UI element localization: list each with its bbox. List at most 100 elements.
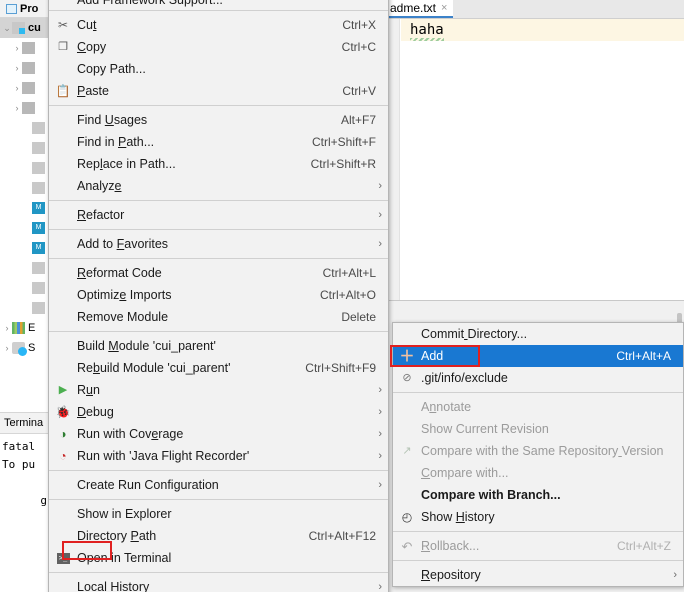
menu-item-copy-path[interactable]: Copy Path... [49, 58, 388, 80]
tree-node-node-6[interactable] [0, 138, 48, 158]
close-icon[interactable]: × [441, 2, 447, 14]
git-item-compare-with-branch[interactable]: Compare with Branch... [393, 484, 683, 506]
menu-item-add-framework-support[interactable]: Add Framework Support... [49, 0, 388, 7]
project-tree[interactable]: ⌄ cu › › › › M M M › E › S [0, 18, 48, 412]
menu-item-run-with-coverage[interactable]: ◑ Run with Coverage › [49, 423, 388, 445]
menu-item-find-in-path[interactable]: Find in Path... Ctrl+Shift+F [49, 131, 388, 153]
tree-node-e[interactable]: › E [0, 318, 48, 338]
terminal-tab[interactable]: Termina [0, 413, 48, 434]
terminal-icon-slot: >_ [53, 550, 73, 566]
menu-item-analyze[interactable]: Analyze › [49, 175, 388, 197]
menu-item-shortcut: Ctrl+Shift+R [310, 157, 376, 171]
menu-item-label: Cut [77, 18, 97, 32]
file-icon [32, 282, 45, 294]
tree-node-node-14[interactable] [0, 298, 48, 318]
git-item-repository[interactable]: Repository › [393, 564, 683, 586]
exclude-icon-slot: ⊘ [397, 370, 417, 386]
menu-item-label: Rebuild Module 'cui_parent' [77, 361, 231, 375]
git-item-commit-directory[interactable]: Commit Directory... [393, 323, 683, 345]
menu-item-show-in-explorer[interactable]: Show in Explorer [49, 503, 388, 525]
tree-node-node-2[interactable]: › [0, 58, 48, 78]
menu-item-replace-in-path[interactable]: Replace in Path... Ctrl+Shift+R [49, 153, 388, 175]
tree-node-node-7[interactable] [0, 158, 48, 178]
terminal-icon: >_ [56, 552, 70, 564]
history-icon-slot: ◴ [397, 509, 417, 525]
chevron-right-icon[interactable]: › [2, 343, 12, 353]
menu-icon-slot [397, 487, 417, 503]
menu-item-label: Open in Terminal [77, 551, 172, 565]
git-item-show-history[interactable]: ◴ Show History [393, 506, 683, 528]
menu-item-build-module-cui-parent[interactable]: Build Module 'cui_parent' [49, 335, 388, 357]
menu-item-find-usages[interactable]: Find Usages Alt+F7 [49, 109, 388, 131]
menu-item-create-run-configuration[interactable]: Create Run Configuration › [49, 474, 388, 496]
menu-item-directory-path[interactable]: Directory Path Ctrl+Alt+F12 [49, 525, 388, 547]
menu-icon-slot [53, 112, 73, 128]
menu-item-optimize-imports[interactable]: Optimize Imports Ctrl+Alt+O [49, 284, 388, 306]
project-toolwindow-header[interactable]: Pro [0, 0, 48, 18]
menu-item-debug[interactable]: 🐞 Debug › [49, 401, 388, 423]
menu-item-refactor[interactable]: Refactor › [49, 204, 388, 226]
terminal-output[interactable]: fatal To pu g [0, 434, 48, 510]
editor-area: adme.txt × haha [388, 0, 684, 300]
chevron-right-icon[interactable]: › [12, 43, 22, 53]
tree-node-node-5[interactable] [0, 118, 48, 138]
git-item-add[interactable]: ＋ Add Ctrl+Alt+A [393, 345, 683, 367]
file-icon [32, 162, 45, 174]
git-submenu[interactable]: Commit Directory... ＋ Add Ctrl+Alt+A ⊘ .git/i… [392, 322, 684, 587]
git-item-annotate: Annotate [393, 396, 683, 418]
chevron-right-icon[interactable]: › [12, 103, 22, 113]
menu-item-paste[interactable]: 📋 Paste Ctrl+V [49, 80, 388, 102]
tree-node-node-8[interactable] [0, 178, 48, 198]
project-context-menu[interactable]: Add Framework Support... ✂ Cut Ctrl+X ❐ Copy C… [48, 0, 389, 592]
menu-item-run[interactable]: ▶ Run › [49, 379, 388, 401]
git-item-git-info-exclude[interactable]: ⊘ .git/info/exclude [393, 367, 683, 389]
menu-item-copy[interactable]: ❐ Copy Ctrl+C [49, 36, 388, 58]
menu-item-cut[interactable]: ✂ Cut Ctrl+X [49, 14, 388, 36]
editor-tab-label: adme.txt [390, 0, 437, 15]
menu-icon-slot [53, 309, 73, 325]
menu-item-shortcut: Ctrl+Alt+F12 [308, 529, 376, 543]
menu-item-open-in-terminal[interactable]: >_ Open in Terminal [49, 547, 388, 569]
editor-tab-readme[interactable]: adme.txt × [388, 0, 454, 18]
tree-node-s[interactable]: › S [0, 338, 48, 358]
rollback-icon: ↶ [401, 538, 413, 554]
tree-node-node-3[interactable]: › [0, 78, 48, 98]
menu-item-label: Run with 'Java Flight Recorder' [77, 449, 250, 463]
chevron-right-icon[interactable]: › [2, 323, 12, 333]
menu-icon-slot [397, 465, 417, 481]
chevron-right-icon: › [378, 479, 382, 491]
menu-item-shortcut: Ctrl+Alt+Z [616, 539, 671, 553]
tree-node-cu[interactable]: ⌄ cu [0, 18, 48, 38]
tree-node-node-12[interactable] [0, 258, 48, 278]
menu-item-label: Add Framework Support... [77, 0, 223, 7]
menu-item-local-history[interactable]: Local History › [49, 576, 388, 592]
menu-item-label: Compare with the Same Repository Version [421, 444, 664, 458]
chevron-down-icon[interactable]: ⌄ [2, 23, 12, 34]
menu-icon-slot [53, 506, 73, 522]
tree-node-node-10[interactable]: M [0, 218, 48, 238]
menu-item-shortcut: Alt+F7 [340, 113, 376, 127]
folder-icon [22, 82, 35, 94]
menu-item-add-to-favorites[interactable]: Add to Favorites › [49, 233, 388, 255]
chevron-right-icon[interactable]: › [12, 83, 22, 93]
git-item-compare-with: Compare with... [393, 462, 683, 484]
tree-node-node-1[interactable]: › [0, 38, 48, 58]
menu-item-shortcut: Ctrl+X [342, 18, 376, 32]
scissors-icon-slot: ✂ [53, 17, 73, 33]
menu-item-shortcut: Ctrl+Shift+F [311, 135, 376, 149]
file-icon [32, 262, 45, 274]
tree-node-node-13[interactable] [0, 278, 48, 298]
tree-node-node-11[interactable]: M [0, 238, 48, 258]
menu-icon-slot [53, 0, 73, 7]
tree-node-label: cu [28, 22, 41, 34]
menu-item-remove-module[interactable]: Remove Module Delete [49, 306, 388, 328]
chevron-right-icon[interactable]: › [12, 63, 22, 73]
editor-content[interactable]: haha [410, 22, 444, 38]
menu-item-run-with-java-flight-recorder[interactable]: ◔ Run with 'Java Flight Recorder' › [49, 445, 388, 467]
menu-item-rebuild-module-cui-parent[interactable]: Rebuild Module 'cui_parent' Ctrl+Shift+F9 [49, 357, 388, 379]
tree-node-node-9[interactable]: M [0, 198, 48, 218]
menu-separator [49, 499, 388, 500]
menu-item-reformat-code[interactable]: Reformat Code Ctrl+Alt+L [49, 262, 388, 284]
tree-node-node-4[interactable]: › [0, 98, 48, 118]
debug-icon: 🐞 [55, 405, 71, 419]
